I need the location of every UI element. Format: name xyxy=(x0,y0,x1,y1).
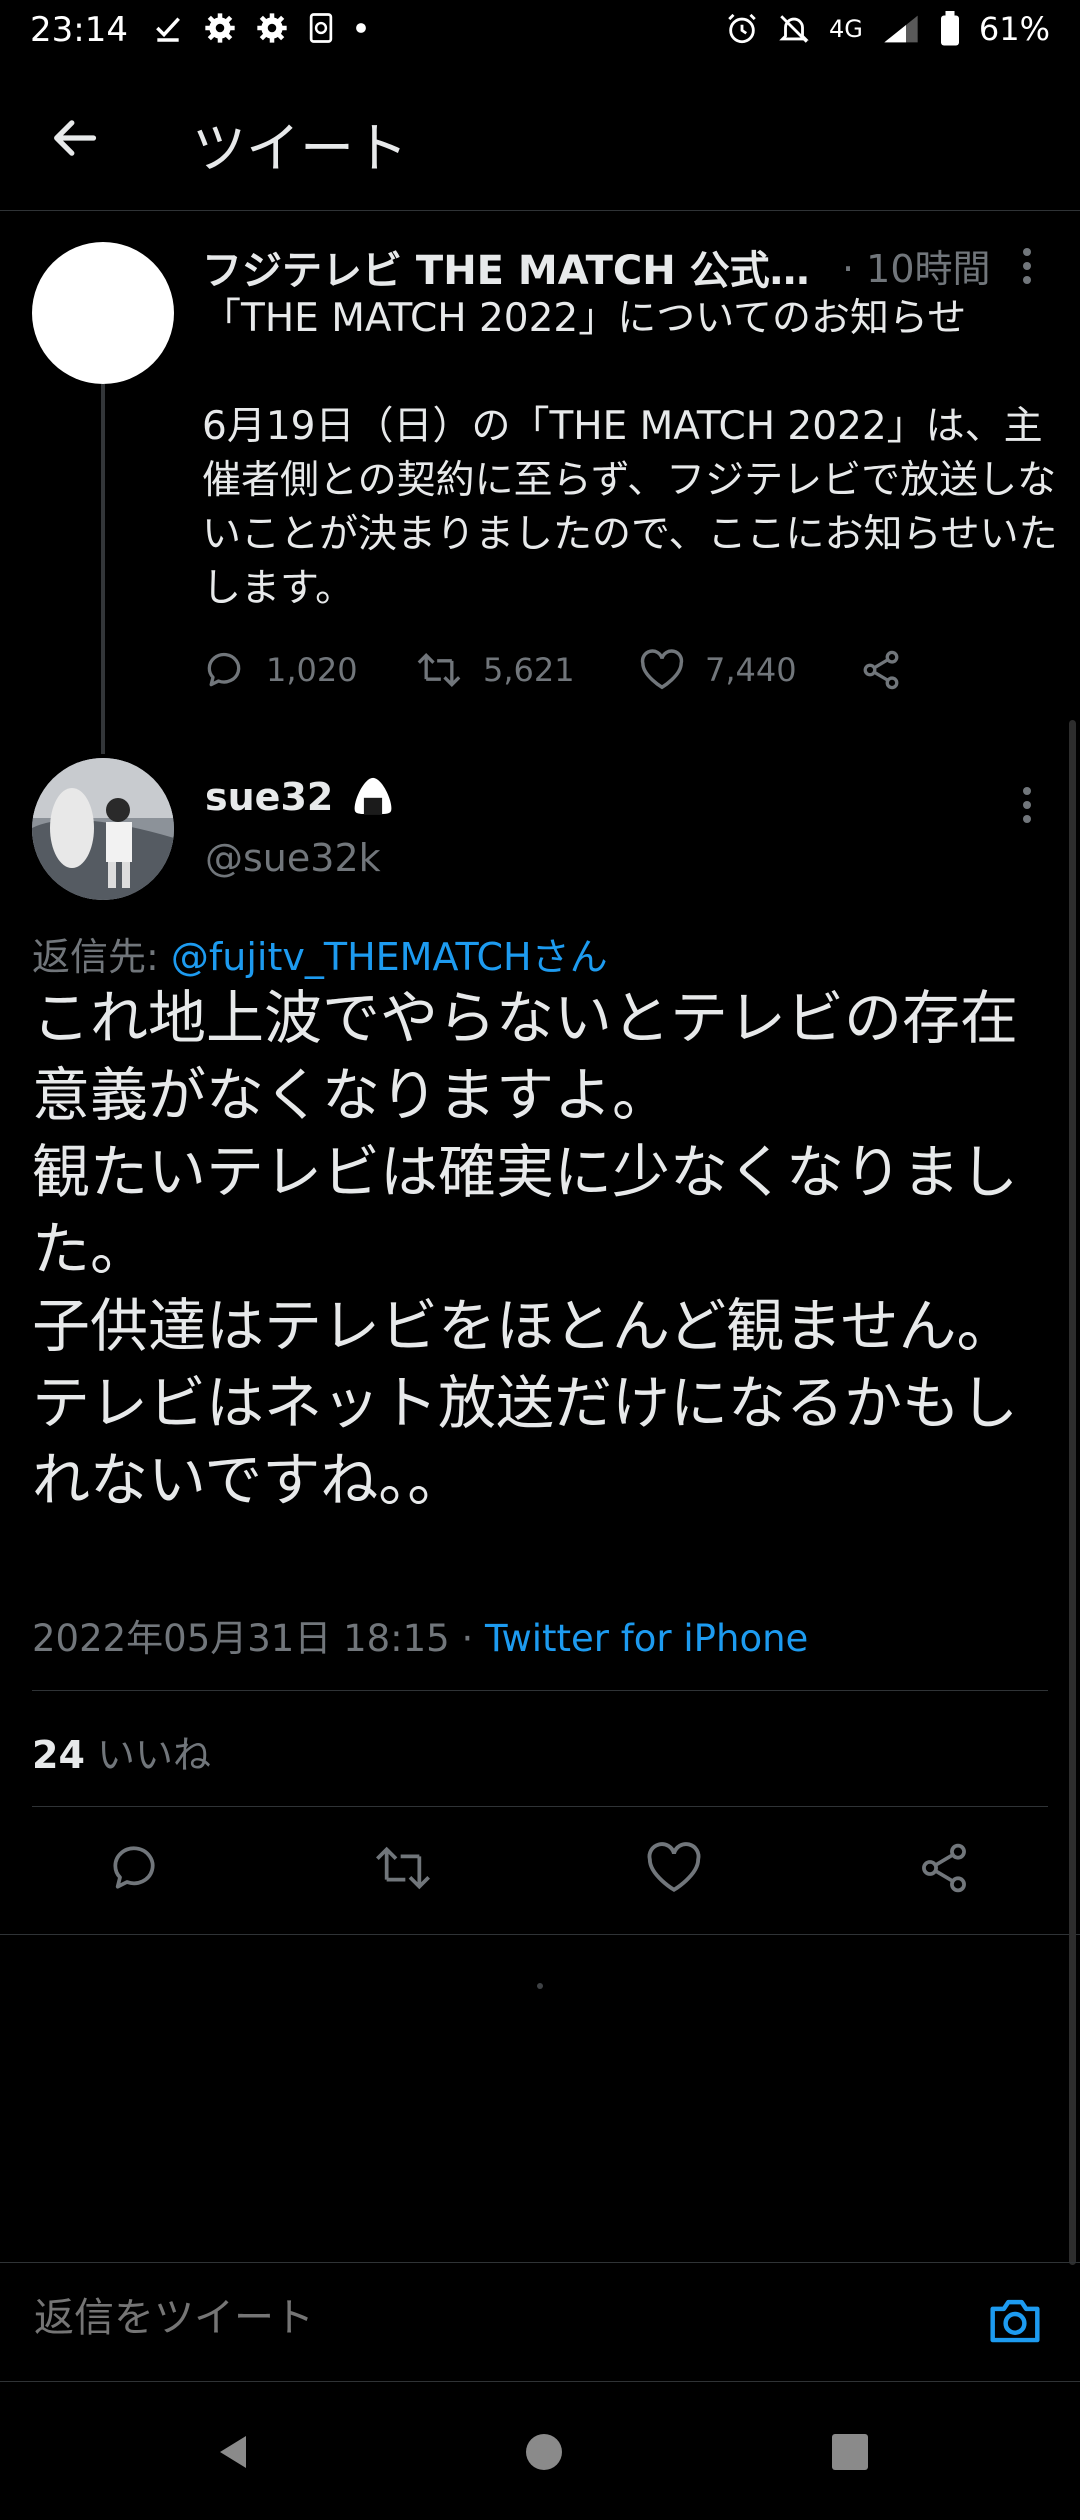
reply-count: 1,020 xyxy=(266,651,358,689)
more-options-icon[interactable] xyxy=(1018,785,1036,825)
divider xyxy=(32,1806,1048,1807)
reply-icon xyxy=(202,648,246,692)
reply-icon[interactable] xyxy=(106,1840,162,1896)
heart-icon xyxy=(639,648,685,692)
tweet-source-link[interactable]: Twitter for iPhone xyxy=(485,1617,808,1660)
retweet-button[interactable]: 5,621 xyxy=(415,648,639,692)
replying-to-label: 返信先: xyxy=(32,935,171,979)
parent-avatar[interactable] xyxy=(32,242,174,384)
network-label: 4G xyxy=(829,15,863,43)
parent-tweet-text: 「THE MATCH 2022」についてのお知らせ 6月19日（日）の「THE … xyxy=(202,296,1058,611)
share-button[interactable] xyxy=(859,648,903,692)
more-options-icon[interactable] xyxy=(1018,246,1036,286)
reply-input[interactable] xyxy=(32,2295,936,2342)
like-count: 7,440 xyxy=(705,651,797,689)
reply-compose-bar xyxy=(0,2262,1080,2382)
signal-icon xyxy=(881,12,921,46)
thread-line xyxy=(101,384,105,754)
heart-icon[interactable] xyxy=(645,1840,703,1896)
check-icon xyxy=(152,12,184,44)
status-right-icons: 4G 61% xyxy=(725,10,1050,48)
status-time: 23:14 xyxy=(30,10,128,50)
share-icon[interactable] xyxy=(916,1840,972,1896)
status-left-icons xyxy=(152,12,368,44)
share-icon xyxy=(859,648,903,692)
divider xyxy=(0,1934,1080,1935)
replying-to-link[interactable]: @fujitv_THEMATCHさん xyxy=(171,935,608,979)
dot-icon xyxy=(354,21,368,35)
reply-author-name[interactable]: sue32 xyxy=(205,775,395,819)
nav-recents-icon[interactable] xyxy=(830,2432,870,2472)
settings-icon xyxy=(256,12,288,44)
top-app-bar: ツイート xyxy=(0,70,1080,211)
tweet-action-bar xyxy=(0,1840,1080,1940)
app-icon xyxy=(308,12,334,44)
nav-back-icon[interactable] xyxy=(214,2432,254,2472)
reply-author-handle[interactable]: @sue32k xyxy=(205,836,381,880)
tweet-timestamp: 2022年05月31日 18:15 · xyxy=(32,1617,485,1660)
divider xyxy=(32,1690,1048,1691)
loading-dot xyxy=(537,1983,543,1989)
nav-home-icon[interactable] xyxy=(524,2432,564,2472)
likes-summary[interactable]: 24 いいね xyxy=(32,1724,211,1779)
onigiri-icon xyxy=(351,776,395,816)
retweet-icon xyxy=(415,648,463,692)
parent-action-row: 1,020 5,621 7,440 xyxy=(202,648,903,692)
tweet-meta: 2022年05月31日 18:15 · Twitter for iPhone xyxy=(32,1608,808,1662)
reply-button[interactable]: 1,020 xyxy=(202,648,415,692)
retweet-count: 5,621 xyxy=(483,651,575,689)
back-arrow-icon[interactable] xyxy=(48,112,100,164)
status-bar: 23:14 4G 61% xyxy=(0,0,1080,64)
replying-to: 返信先: @fujitv_THEMATCHさん xyxy=(32,926,608,981)
page-title: ツイート xyxy=(192,117,408,180)
system-nav-bar xyxy=(0,2382,1080,2520)
reply-avatar[interactable] xyxy=(32,758,174,900)
parent-timestamp: · 10時間 xyxy=(842,247,991,291)
reply-author-label: sue32 xyxy=(205,775,334,819)
reply-tweet-text: これ地上波でやらないとテレビの存在意義がなくなりますよ。 観たいテレビは確実に少… xyxy=(32,984,1019,1514)
like-button[interactable]: 7,440 xyxy=(639,648,859,692)
battery-icon xyxy=(939,11,961,47)
scrollbar[interactable] xyxy=(1069,720,1076,2265)
likes-label: いいね xyxy=(84,1733,211,1777)
retweet-icon[interactable] xyxy=(372,1840,434,1896)
settings-icon xyxy=(204,12,236,44)
battery-percent: 61% xyxy=(978,10,1050,48)
likes-count: 24 xyxy=(32,1733,85,1777)
mute-icon xyxy=(777,12,811,46)
alarm-icon xyxy=(725,12,759,46)
camera-icon[interactable] xyxy=(986,2293,1044,2347)
parent-author-name[interactable]: フジテレビ THE MATCH 公式 … xyxy=(202,238,822,296)
